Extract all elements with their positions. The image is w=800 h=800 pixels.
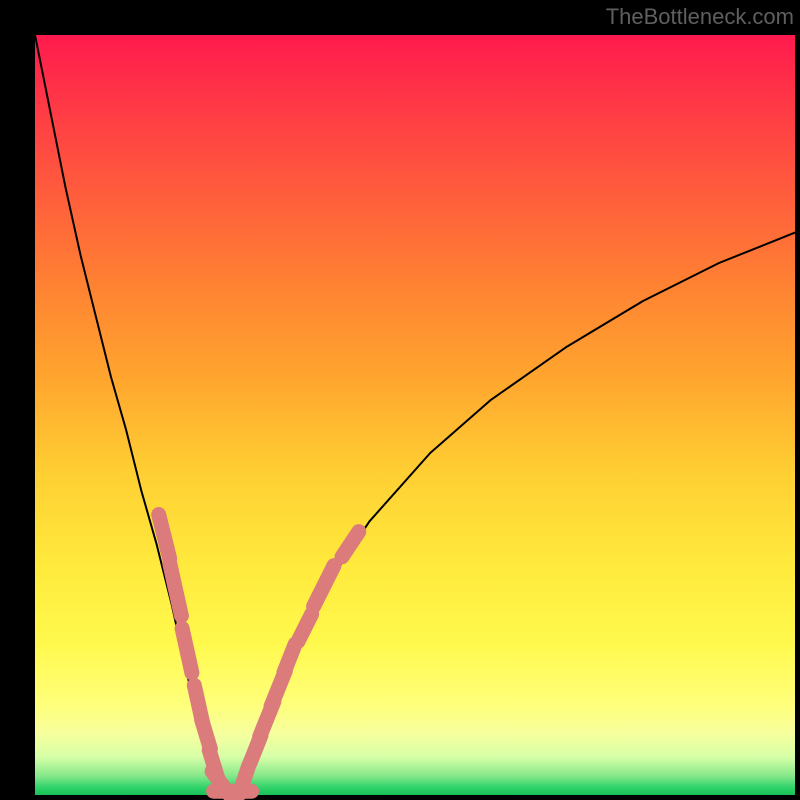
curve-layer [35, 35, 795, 795]
curve-bead [298, 614, 312, 641]
curve-bead [342, 532, 359, 557]
curve-bead [314, 566, 334, 607]
curve-bead [182, 628, 192, 673]
curve-bead [159, 515, 170, 559]
plot-area [35, 35, 795, 795]
curve-beads [159, 515, 359, 796]
watermark-text: TheBottleneck.com [606, 4, 794, 30]
bottleneck-curve-path [35, 35, 795, 795]
bottleneck-curve [35, 35, 795, 795]
curve-bead [284, 644, 295, 672]
chart-frame: TheBottleneck.com [0, 0, 800, 800]
